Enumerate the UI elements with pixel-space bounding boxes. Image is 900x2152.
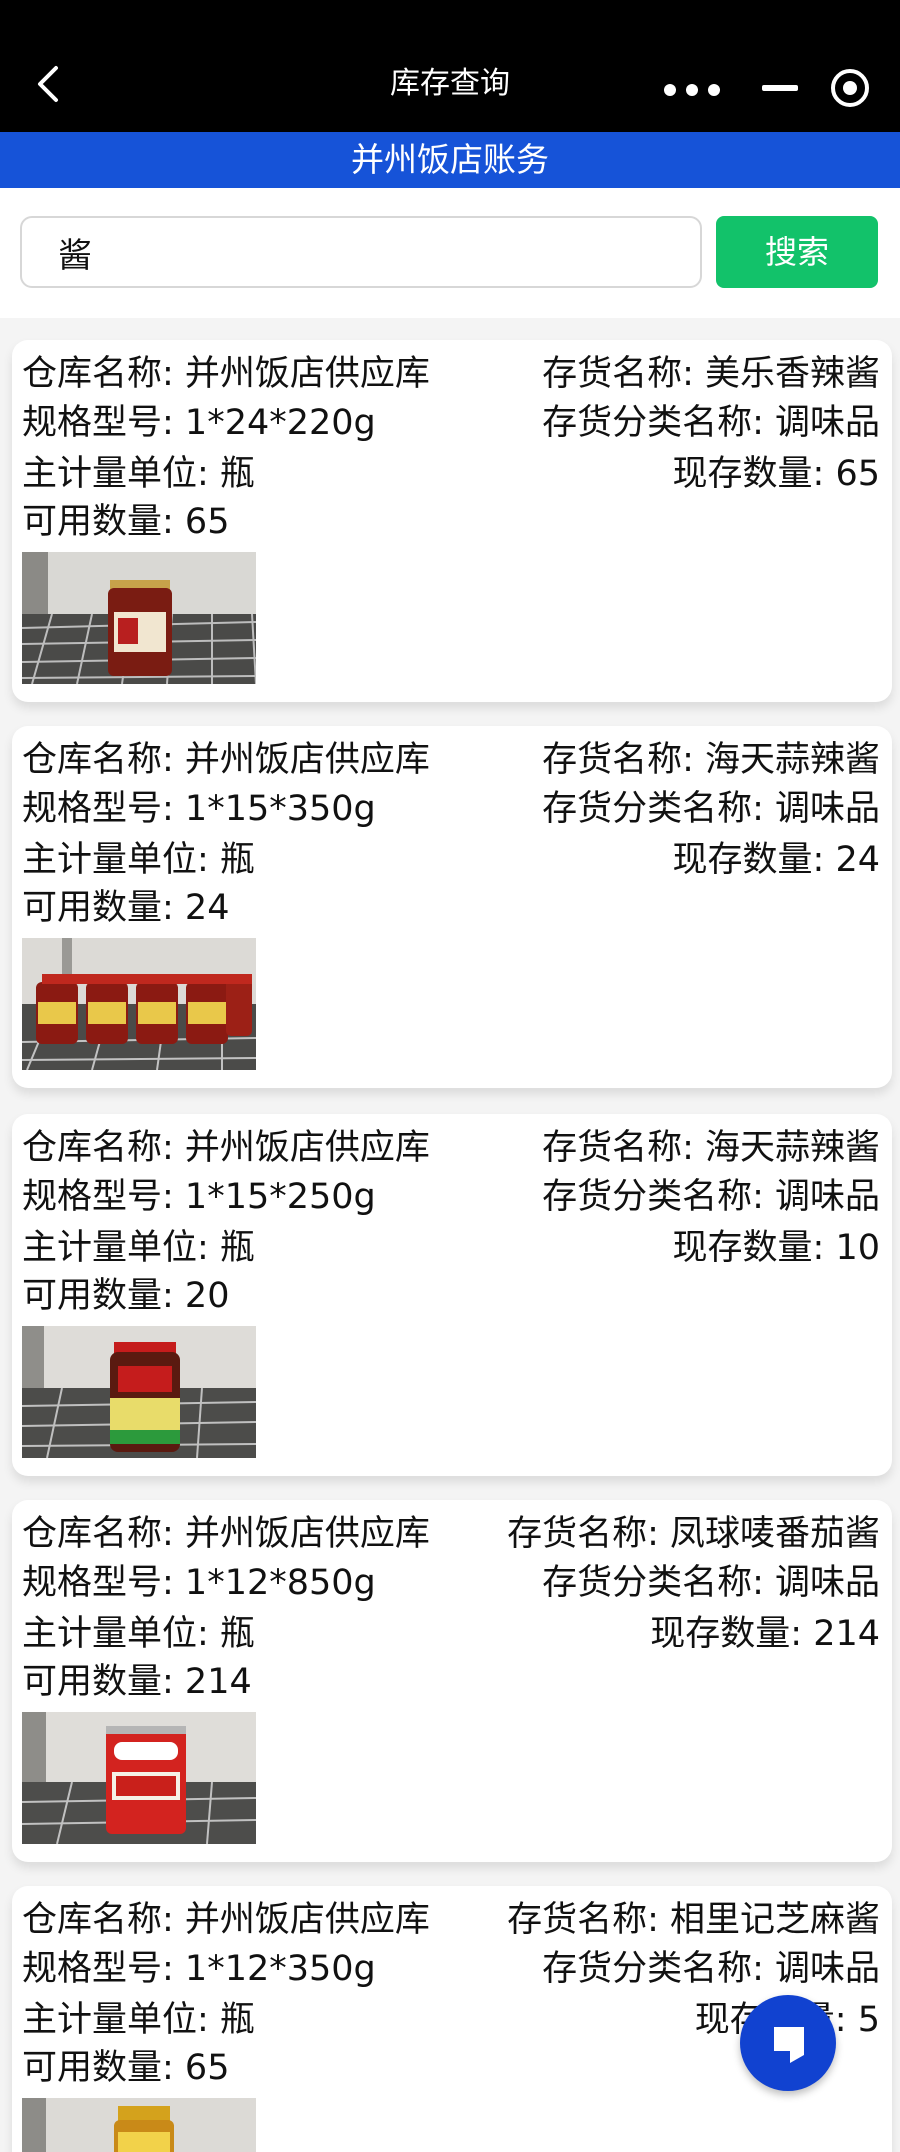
- inventory-card[interactable]: 仓库名称: 并州饭店供应库 存货名称: 美乐香辣酱 规格型号: 1*24*220…: [12, 340, 892, 702]
- minimize-icon: [762, 85, 798, 91]
- title-bar: 库存查询: [0, 0, 900, 132]
- product-image[interactable]: [22, 938, 256, 1070]
- category-field: 存货分类名称: 调味品: [542, 1949, 880, 1989]
- product-image[interactable]: [22, 552, 256, 684]
- category-field: 存货分类名称: 调味品: [542, 403, 880, 443]
- spec-field: 规格型号: 1*12*350g: [22, 1949, 376, 1989]
- stock-field: 现存数量: 65: [672, 454, 880, 494]
- close-button[interactable]: [820, 56, 880, 120]
- search-row: 搜索: [0, 188, 900, 318]
- inventory-card[interactable]: 仓库名称: 并州饭店供应库 存货名称: 凤球唛番茄酱 规格型号: 1*12*85…: [12, 1500, 892, 1862]
- inventory-card[interactable]: 仓库名称: 并州饭店供应库 存货名称: 海天蒜辣酱 规格型号: 1*15*350…: [12, 726, 892, 1088]
- more-dots-icon: [664, 84, 676, 96]
- available-field: 可用数量: 20: [22, 1276, 230, 1316]
- available-field: 可用数量: 24: [22, 888, 230, 928]
- more-button[interactable]: [642, 56, 742, 120]
- available-field: 可用数量: 214: [22, 1662, 252, 1702]
- warehouse-field: 仓库名称: 并州饭店供应库: [22, 1514, 430, 1554]
- category-field: 存货分类名称: 调味品: [542, 789, 880, 829]
- search-input[interactable]: [20, 216, 702, 288]
- category-field: 存货分类名称: 调味品: [542, 1177, 880, 1217]
- item-name-field: 存货名称: 美乐香辣酱: [542, 354, 880, 394]
- unit-field: 主计量单位: 瓶: [22, 1614, 255, 1654]
- item-name-field: 存货名称: 海天蒜辣酱: [542, 1128, 880, 1168]
- search-button[interactable]: 搜索: [716, 216, 878, 288]
- spec-field: 规格型号: 1*24*220g: [22, 403, 376, 443]
- product-image[interactable]: [22, 2098, 256, 2152]
- product-image[interactable]: [22, 1712, 256, 1844]
- warehouse-field: 仓库名称: 并州饭店供应库: [22, 354, 430, 394]
- stock-field: 现存数量: 24: [672, 840, 880, 880]
- unit-field: 主计量单位: 瓶: [22, 2000, 255, 2040]
- spec-field: 规格型号: 1*15*350g: [22, 789, 376, 829]
- warehouse-field: 仓库名称: 并州饭店供应库: [22, 740, 430, 780]
- more-dots-icon: [686, 84, 698, 96]
- available-field: 可用数量: 65: [22, 2048, 230, 2088]
- float-action-icon: [774, 2027, 804, 2063]
- spec-field: 规格型号: 1*15*250g: [22, 1177, 376, 1217]
- item-name-field: 存货名称: 凤球唛番茄酱: [507, 1514, 880, 1554]
- spec-field: 规格型号: 1*12*850g: [22, 1563, 376, 1603]
- available-field: 可用数量: 65: [22, 502, 230, 542]
- more-dots-icon: [708, 84, 720, 96]
- warehouse-field: 仓库名称: 并州饭店供应库: [22, 1128, 430, 1168]
- target-close-icon: [831, 69, 869, 107]
- mini-program-capsule: [630, 56, 880, 120]
- stock-field: 现存数量: 214: [650, 1614, 880, 1654]
- unit-field: 主计量单位: 瓶: [22, 454, 255, 494]
- inventory-list[interactable]: 仓库名称: 并州饭店供应库 存货名称: 美乐香辣酱 规格型号: 1*24*220…: [0, 318, 900, 2152]
- float-action-button[interactable]: [740, 1995, 836, 2091]
- unit-field: 主计量单位: 瓶: [22, 1228, 255, 1268]
- inventory-card[interactable]: 仓库名称: 并州饭店供应库 存货名称: 海天蒜辣酱 规格型号: 1*15*250…: [12, 1114, 892, 1476]
- stock-field: 现存数量: 10: [672, 1228, 880, 1268]
- warehouse-field: 仓库名称: 并州饭店供应库: [22, 1900, 430, 1940]
- company-banner: 并州饭店账务: [0, 132, 900, 188]
- product-image[interactable]: [22, 1326, 256, 1458]
- category-field: 存货分类名称: 调味品: [542, 1563, 880, 1603]
- item-name-field: 存货名称: 海天蒜辣酱: [542, 740, 880, 780]
- minimize-button[interactable]: [750, 56, 810, 120]
- item-name-field: 存货名称: 相里记芝麻酱: [507, 1900, 880, 1940]
- unit-field: 主计量单位: 瓶: [22, 840, 255, 880]
